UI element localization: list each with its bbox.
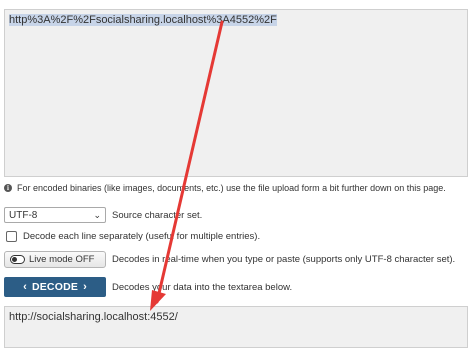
decode-row: ‹ DECODE › Decodes your data into the te… [4, 277, 292, 297]
chevron-right-icon: › [83, 281, 87, 293]
charset-row: UTF-8 ⌄ Source character set. [4, 207, 202, 223]
decode-each-line-row: Decode each line separately (useful for … [4, 231, 260, 242]
live-mode-row: Live mode OFF Decodes in real-time when … [4, 251, 455, 268]
info-text: For encoded binaries (like images, docum… [17, 183, 446, 193]
decode-each-line-checkbox[interactable] [6, 231, 17, 242]
info-icon: i [4, 184, 12, 192]
charset-select[interactable]: UTF-8 ⌄ [4, 207, 106, 223]
decode-each-line-label: Decode each line separately (useful for … [23, 231, 261, 242]
toggle-icon [10, 255, 25, 264]
live-mode-description: Decodes in real-time when you type or pa… [112, 254, 456, 265]
charset-label: Source character set. [112, 209, 203, 221]
encoded-input-textarea[interactable]: http%3A%2F%2Fsocialsharing.localhost%3A4… [4, 9, 468, 177]
decoded-output-value: http://socialsharing.localhost:4552/ [9, 311, 178, 323]
chevron-left-icon: ‹ [23, 281, 27, 293]
chevron-down-icon: ⌄ [93, 209, 101, 220]
live-mode-button[interactable]: Live mode OFF [4, 251, 106, 268]
decode-button[interactable]: ‹ DECODE › [4, 277, 106, 297]
decode-button-label: DECODE [31, 281, 79, 293]
charset-selected-value: UTF-8 [9, 209, 38, 221]
encoded-input-value: http%3A%2F%2Fsocialsharing.localhost%3A4… [9, 14, 277, 26]
decoded-output-textarea[interactable]: http://socialsharing.localhost:4552/ [4, 306, 468, 348]
info-note: i For encoded binaries (like images, doc… [4, 183, 446, 193]
decode-description: Decodes your data into the textarea belo… [112, 281, 293, 293]
live-mode-button-label: Live mode OFF [29, 254, 95, 265]
